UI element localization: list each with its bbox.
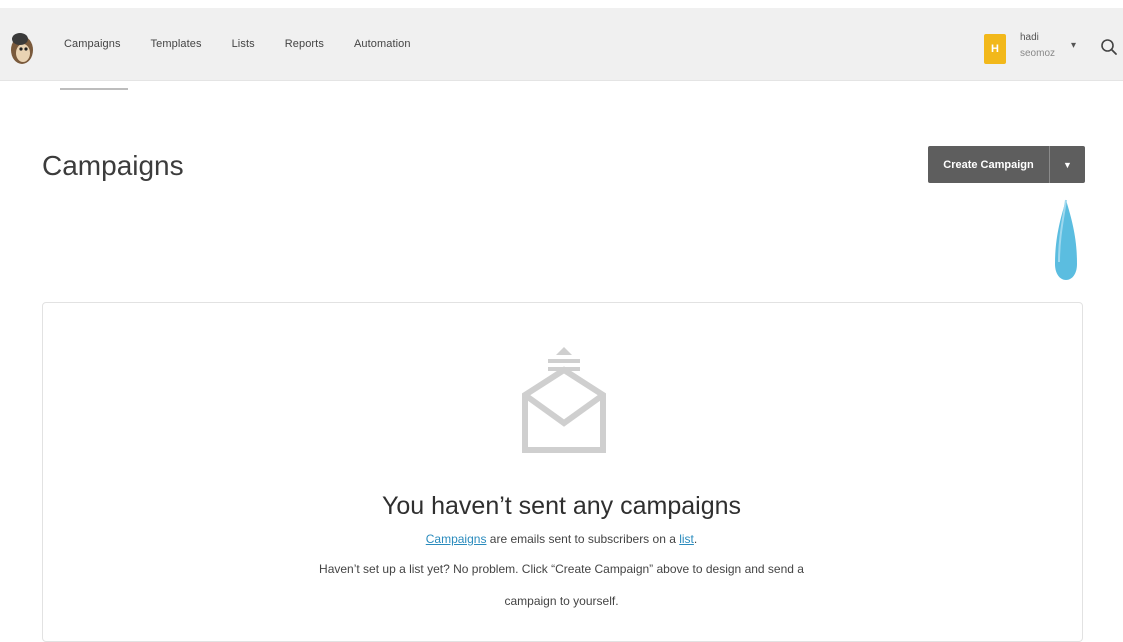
campaigns-help-link[interactable]: Campaigns [426, 532, 487, 546]
account-chevron-down-icon[interactable]: ▾ [1071, 40, 1076, 51]
empty-state-description: Campaigns are emails sent to subscribers… [0, 532, 1123, 546]
main-nav: Campaigns Templates Lists Reports Automa… [60, 38, 441, 90]
list-help-link[interactable]: list [679, 532, 694, 546]
create-campaign-button-group: Create Campaign ▼ [928, 146, 1085, 183]
empty-state-title: You haven’t sent any campaigns [381, 492, 742, 520]
empty-state-hint: Haven’t set up a list yet? No problem. C… [319, 562, 804, 576]
nav-item-lists[interactable]: Lists [232, 38, 255, 50]
create-campaign-dropdown-chevron-icon[interactable]: ▼ [1049, 146, 1085, 183]
nav-item-campaigns[interactable]: Campaigns [60, 38, 128, 90]
nav-item-reports[interactable]: Reports [285, 38, 324, 50]
avatar[interactable]: H [984, 34, 1006, 64]
description-period: . [693, 532, 698, 546]
pointer-drop-icon [1055, 199, 1077, 280]
freddie-logo-icon[interactable] [8, 30, 36, 66]
search-icon[interactable] [1100, 38, 1118, 56]
envelope-icon [522, 347, 606, 453]
top-navigation-bar: Campaigns Templates Lists Reports Automa… [0, 8, 1123, 90]
user-name[interactable]: hadi [1020, 32, 1039, 43]
nav-item-automation[interactable]: Automation [354, 38, 411, 50]
description-text: are emails sent to subscribers on a [486, 532, 680, 546]
empty-state-hint-continued: campaign to yourself. [504, 594, 619, 608]
user-org[interactable]: seomoz [1020, 48, 1055, 59]
create-campaign-button[interactable]: Create Campaign [928, 146, 1049, 183]
page-title: Campaigns [42, 150, 184, 181]
nav-item-templates[interactable]: Templates [151, 38, 202, 50]
